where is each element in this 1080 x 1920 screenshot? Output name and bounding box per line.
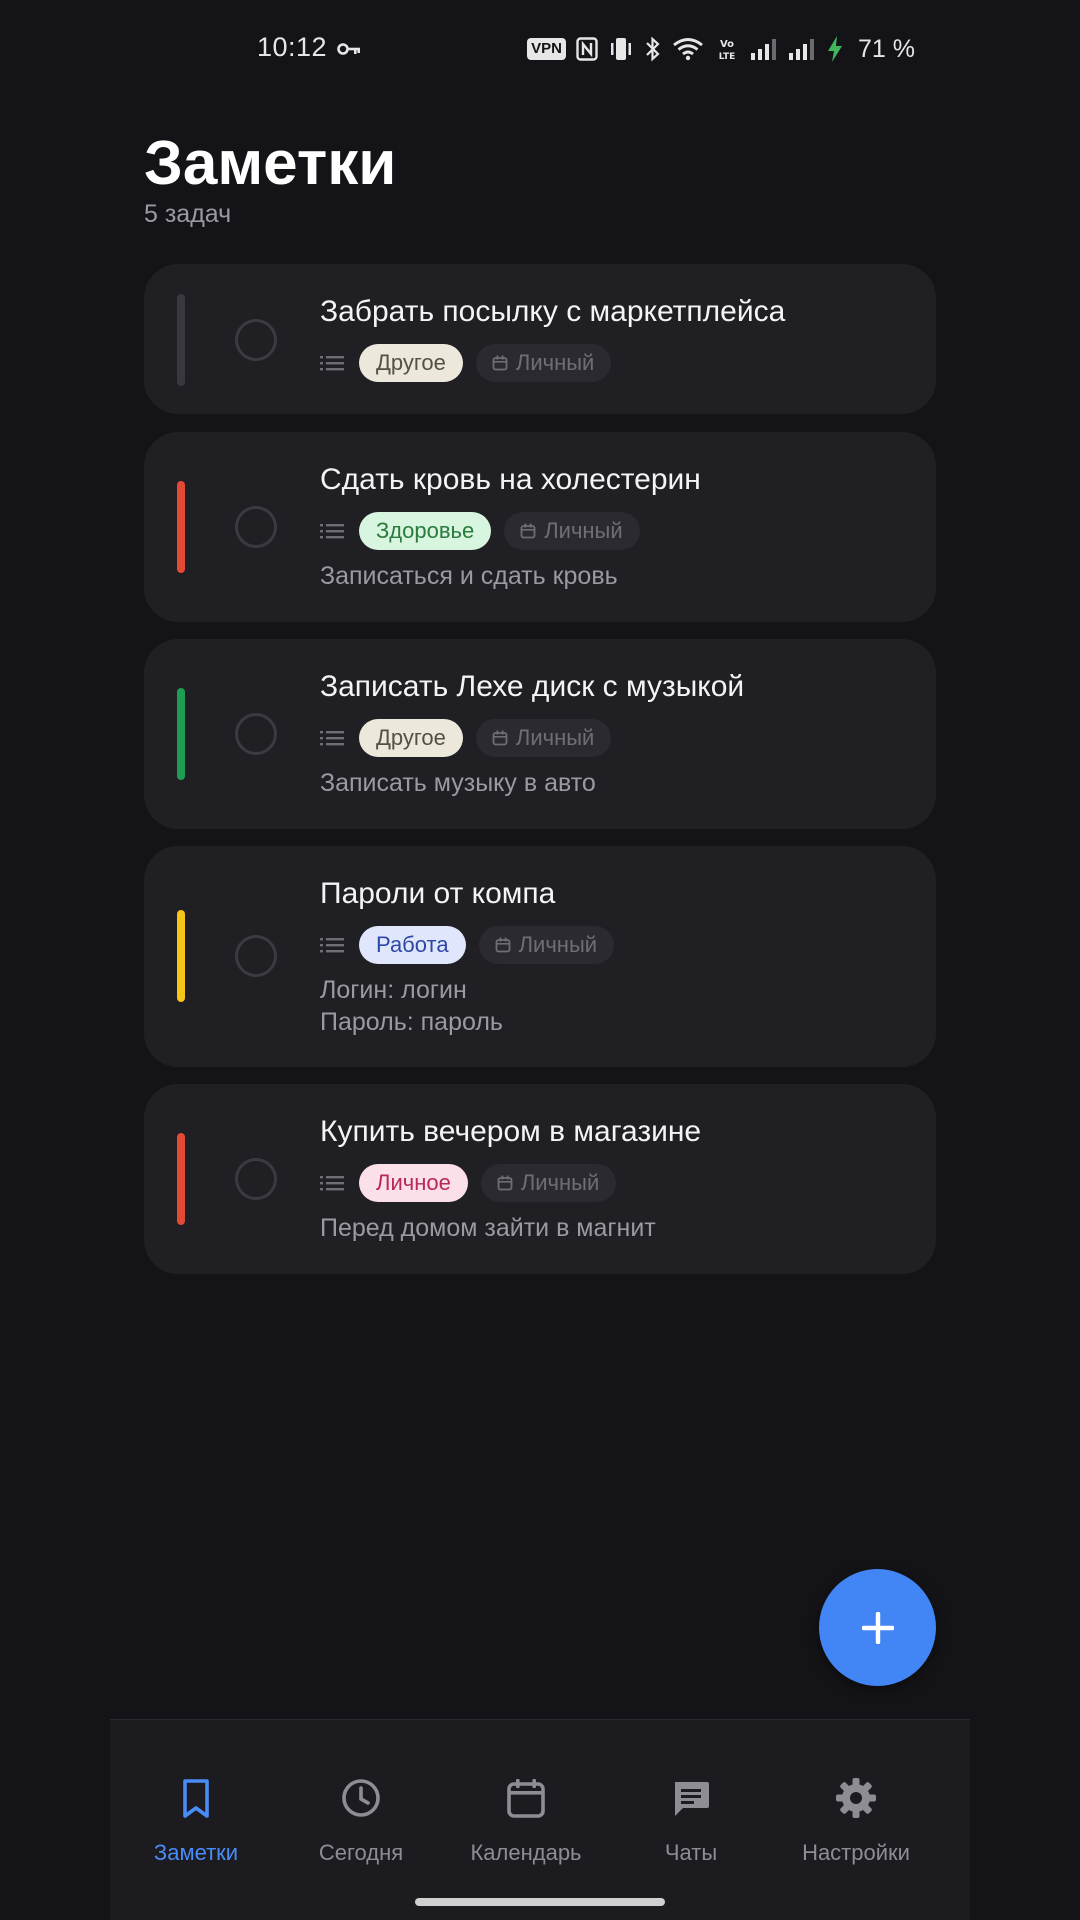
subtasks-icon xyxy=(320,1176,344,1191)
task-meta: Личное Личный xyxy=(320,1164,916,1202)
task-checkbox[interactable] xyxy=(235,506,277,548)
priority-indicator xyxy=(177,688,185,780)
calendar-icon xyxy=(492,355,508,371)
calendar-icon xyxy=(495,937,511,953)
calendar-icon xyxy=(507,1779,545,1818)
task-description: Записаться и сдать кровь xyxy=(320,562,618,590)
task-description: Записать музыку в авто xyxy=(320,769,596,797)
task-title: Купить вечером в магазине xyxy=(320,1115,702,1148)
task-card[interactable]: Сдать кровь на холестерин Здоровье Личны… xyxy=(144,432,936,622)
nav-label: Настройки xyxy=(802,1840,910,1865)
wifi-icon xyxy=(673,38,703,61)
task-title: Сдать кровь на холестерин xyxy=(320,463,701,496)
add-task-button[interactable] xyxy=(819,1569,936,1686)
list-chip[interactable]: Личный xyxy=(475,344,612,382)
bluetooth-icon xyxy=(646,36,660,62)
nav-item-notes[interactable]: Заметки xyxy=(110,1720,282,1870)
task-title: Записать Лехе диск с музыкой xyxy=(320,670,745,703)
nav-label: Календарь xyxy=(470,1840,582,1865)
volte-icon: Vo LTE xyxy=(719,39,736,62)
priority-indicator xyxy=(177,910,185,1002)
priority-indicator xyxy=(177,294,185,386)
task-content: Забрать посылку с маркетплейса Другое Ли… xyxy=(320,294,916,382)
task-card[interactable]: Пароли от компа Работа Личный Логин: лог… xyxy=(144,846,936,1067)
nav-item-settings[interactable]: Настройки xyxy=(770,1720,942,1870)
task-checkbox[interactable] xyxy=(235,319,277,361)
task-description: Перед домом зайти в магнит xyxy=(320,1214,656,1242)
calendar-icon xyxy=(497,1175,513,1191)
list-chip-label: Личный xyxy=(520,1170,600,1195)
list-chip[interactable]: Личный xyxy=(475,719,612,757)
category-tag[interactable]: Здоровье xyxy=(359,512,492,550)
home-indicator[interactable] xyxy=(415,1898,665,1906)
category-tag[interactable]: Другое xyxy=(359,719,463,757)
svg-text:LTE: LTE xyxy=(719,52,736,62)
description-line: Логин: логин xyxy=(320,976,467,1004)
task-meta: Другое Личный xyxy=(320,344,916,382)
clock-icon xyxy=(342,1779,380,1817)
task-checkbox[interactable] xyxy=(235,713,277,755)
status-icons: VPN Vo LTE 71 % xyxy=(527,32,915,66)
task-content: Записать Лехе диск с музыкой Другое Личн… xyxy=(320,669,916,799)
battery-percent: 71 % xyxy=(858,34,915,63)
category-tag[interactable]: Другое xyxy=(359,344,463,382)
task-checkbox[interactable] xyxy=(235,1158,277,1200)
task-meta: Здоровье Личный xyxy=(320,512,916,550)
status-bar: 10:12 VPN Vo LTE 71 % xyxy=(0,0,1080,100)
task-content: Купить вечером в магазине Личное Личный … xyxy=(320,1114,916,1244)
list-chip[interactable]: Личный xyxy=(478,926,615,964)
task-meta: Работа Личный xyxy=(320,926,916,964)
calendar-icon xyxy=(520,523,536,539)
key-icon xyxy=(337,43,360,55)
subtasks-icon xyxy=(320,356,344,371)
list-chip-label: Личный xyxy=(515,350,595,375)
gear-icon xyxy=(836,1778,876,1818)
task-count: 5 задач xyxy=(144,200,232,228)
list-chip-label: Личный xyxy=(515,725,595,750)
category-tag[interactable]: Работа xyxy=(359,926,466,964)
task-content: Сдать кровь на холестерин Здоровье Личны… xyxy=(320,462,916,592)
bottom-navigation: Заметки Сегодня Календарь Чаты Настройки xyxy=(110,1719,970,1920)
category-tag[interactable]: Личное xyxy=(359,1164,468,1202)
list-chip-label: Личный xyxy=(518,932,598,957)
task-title: Пароли от компа xyxy=(320,877,556,910)
calendar-icon xyxy=(492,730,508,746)
task-card[interactable]: Купить вечером в магазине Личное Личный … xyxy=(144,1084,936,1274)
plus-icon xyxy=(861,1611,894,1644)
task-title: Забрать посылку с маркетплейса xyxy=(320,295,786,328)
task-meta: Другое Личный xyxy=(320,719,916,757)
priority-indicator xyxy=(177,481,185,573)
list-chip-label: Личный xyxy=(544,518,623,543)
task-description: Логин: логин Пароль: пароль xyxy=(320,974,916,1038)
bookmark-icon xyxy=(183,1779,209,1818)
nav-item-today[interactable]: Сегодня xyxy=(275,1720,447,1870)
task-card[interactable]: Записать Лехе диск с музыкой Другое Личн… xyxy=(144,639,936,829)
subtasks-icon xyxy=(320,731,344,746)
list-chip[interactable]: Личный xyxy=(480,1164,617,1202)
chat-icon xyxy=(675,1782,709,1816)
nav-item-calendar[interactable]: Календарь xyxy=(440,1720,612,1870)
task-content: Пароли от компа Работа Личный Логин: лог… xyxy=(320,876,916,1038)
nfc-icon xyxy=(576,37,598,61)
nav-label: Чаты xyxy=(664,1840,718,1865)
task-checkbox[interactable] xyxy=(235,935,277,977)
nav-item-chats[interactable]: Чаты xyxy=(605,1720,777,1870)
page-title: Заметки xyxy=(144,129,397,198)
nav-label: Заметки xyxy=(153,1840,239,1865)
description-line: Пароль: пароль xyxy=(320,1008,503,1036)
status-time: 10:12 xyxy=(257,32,328,62)
screen: 10:12 VPN Vo LTE 71 % Заметки 5 задач За… xyxy=(0,0,1080,1920)
vpn-badge: VPN xyxy=(527,38,567,60)
nav-label: Сегодня xyxy=(318,1840,404,1865)
task-card[interactable]: Забрать посылку с маркетплейса Другое Ли… xyxy=(144,264,936,414)
signal-icon xyxy=(751,39,777,60)
signal-icon xyxy=(789,39,815,60)
priority-indicator xyxy=(177,1133,185,1225)
subtasks-icon xyxy=(320,524,344,539)
battery-charging-icon xyxy=(828,36,843,62)
vibrate-icon xyxy=(611,38,632,60)
list-chip[interactable]: Личный xyxy=(504,512,640,550)
subtasks-icon xyxy=(320,938,344,953)
svg-text:Vo: Vo xyxy=(720,39,734,50)
